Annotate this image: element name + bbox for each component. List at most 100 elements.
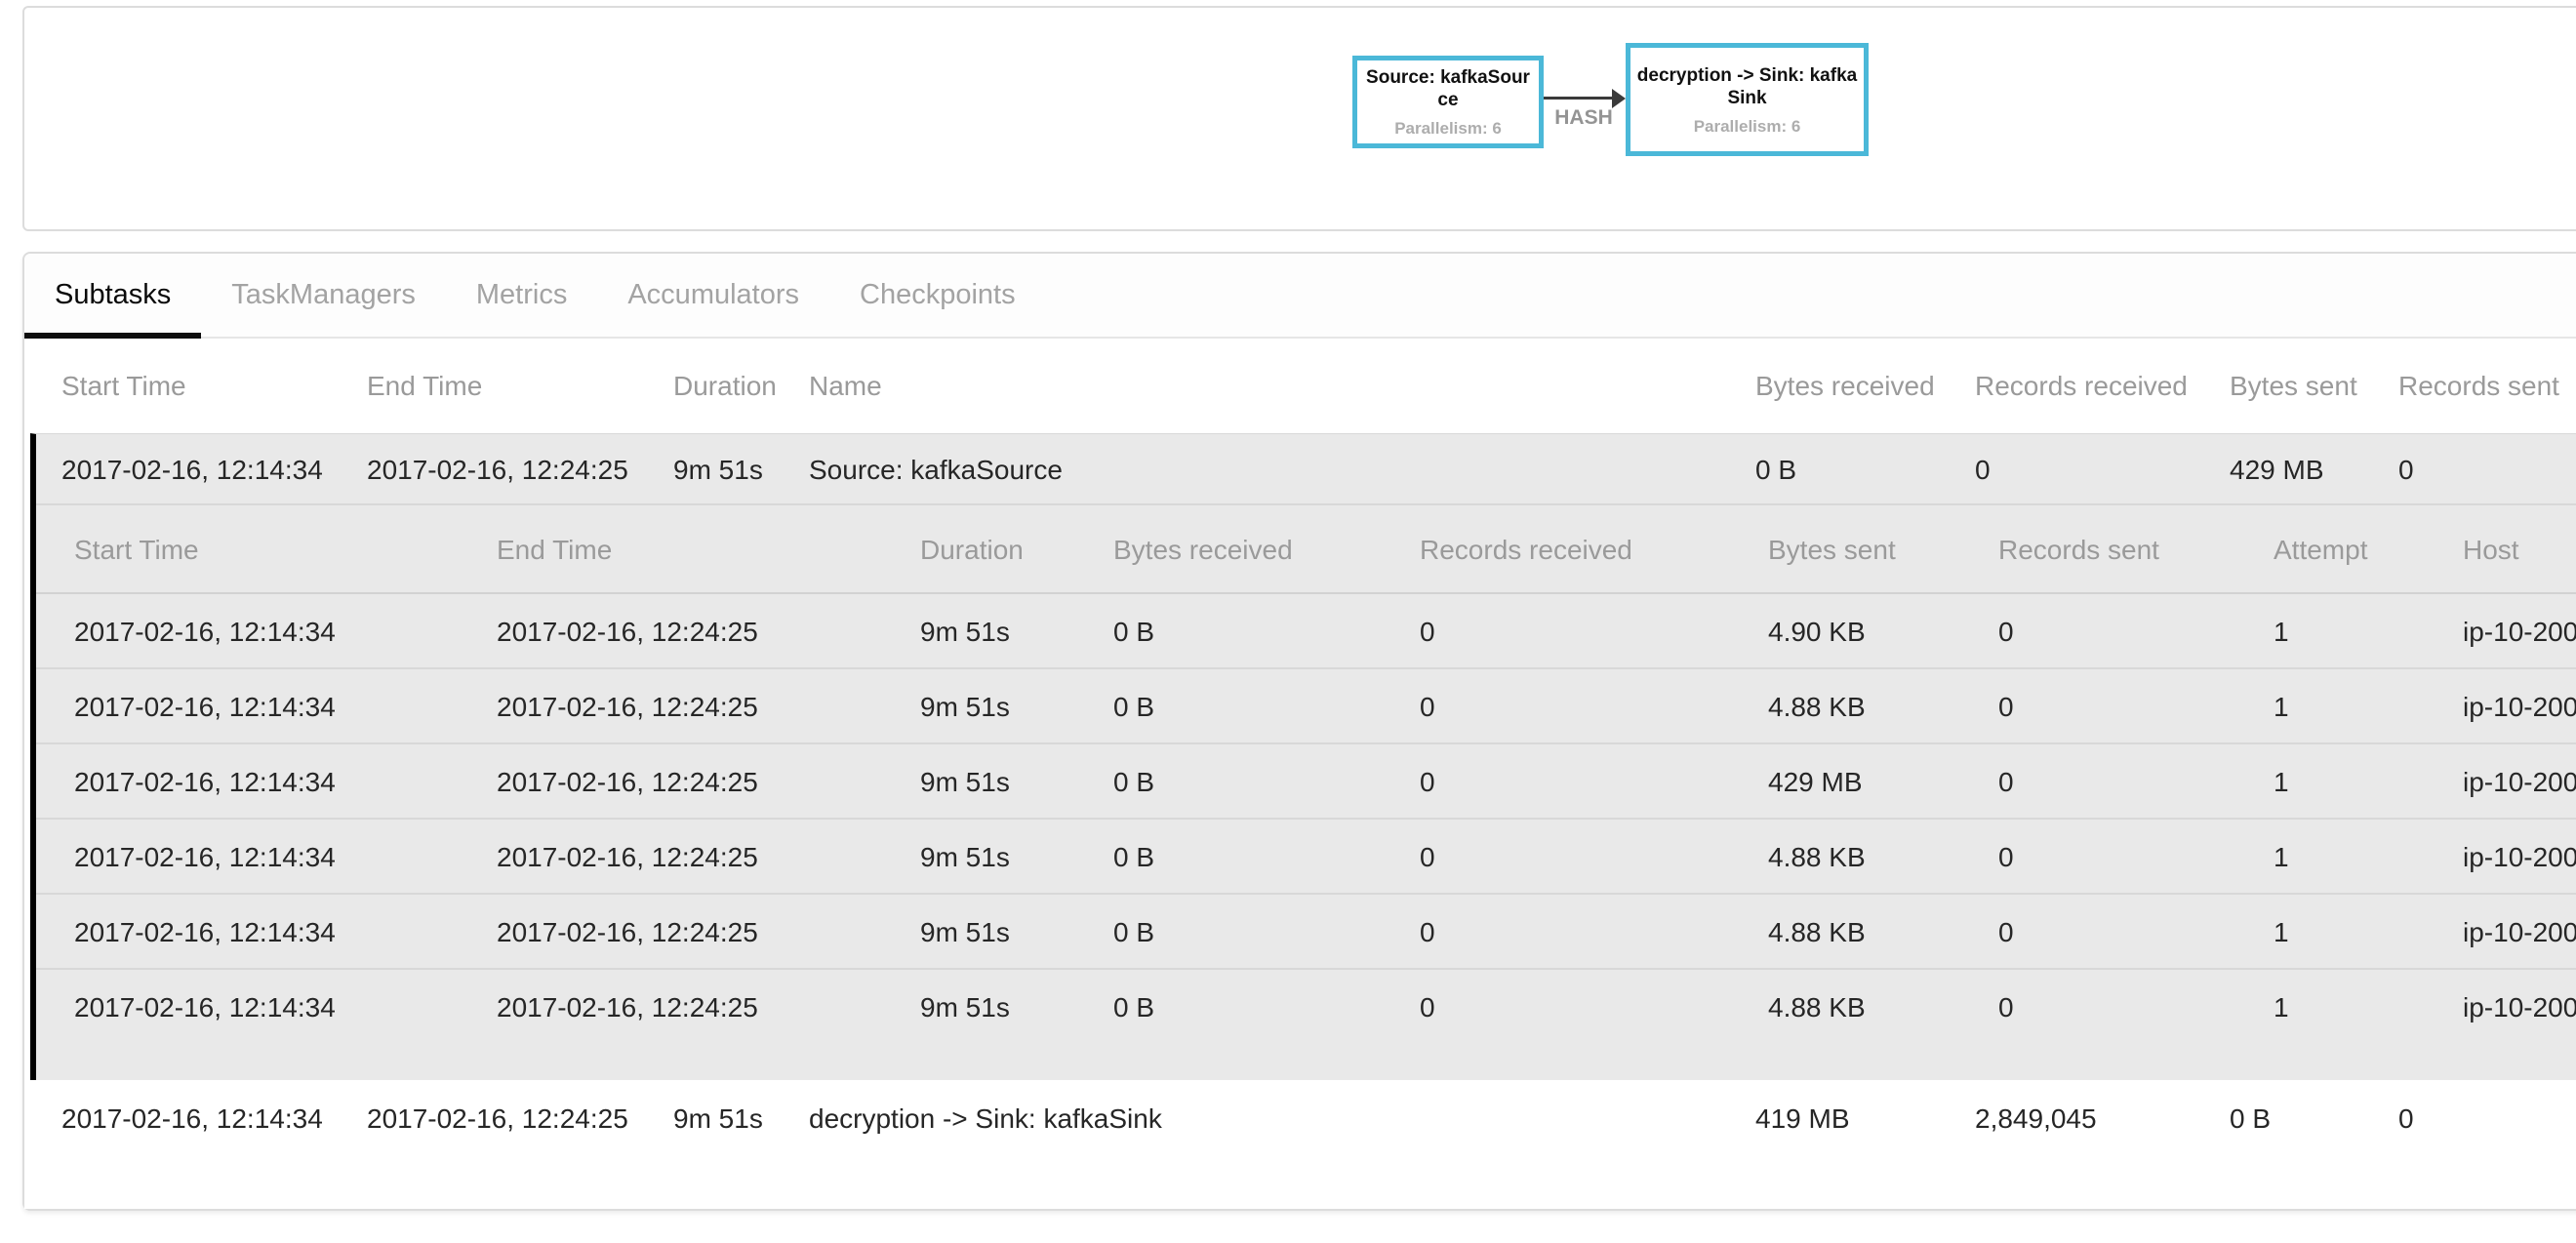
node-title: Source: kafkaSource [1363,66,1533,111]
cell-start-time: 2017-02-16, 12:14:34 [74,820,336,895]
cell-records-received: 0 [1420,820,1435,895]
cell-name: decryption -> Sink: kafkaSink [809,1080,1162,1158]
cell-bytes-sent: 0 B [2230,1080,2271,1158]
cell-duration: 9m 51s [920,744,1010,820]
cell-end-time: 2017-02-16, 12:24:25 [497,820,758,895]
tab-checkpoints[interactable]: Checkpoints [829,254,1046,337]
cell-end-time: 2017-02-16, 12:24:25 [497,744,758,820]
cell-duration: 9m 51s [920,594,1010,669]
tab-label: Checkpoints [860,279,1016,310]
cell-end-time: 2017-02-16, 12:24:25 [367,434,628,505]
column-header-bytes-received: Bytes received [1755,339,1935,433]
tab-label: Metrics [476,279,567,310]
cell-records-received: 0 [1975,434,1991,505]
subtask-row-source[interactable]: 2017-02-16, 12:14:34 2017-02-16, 12:24:2… [36,434,2576,505]
cell-end-time: 2017-02-16, 12:24:25 [367,1080,628,1158]
tab-label: TaskManagers [231,279,416,310]
cell-bytes-sent: 4.88 KB [1768,820,1866,895]
cell-bytes-sent: 429 MB [1768,744,1863,820]
graph-node-source[interactable]: Source: kafkaSource Parallelism: 6 [1352,56,1544,148]
tab-subtasks[interactable]: Subtasks [24,254,201,337]
cell-duration: 9m 51s [920,820,1010,895]
cell-start-time: 2017-02-16, 12:14:34 [74,744,336,820]
node-parallelism: Parallelism: 6 [1694,118,1801,136]
cell-bytes-received: 0 B [1113,970,1154,1045]
column-header-records-received: Records received [1975,339,2188,433]
expanded-subtask-section: 2017-02-16, 12:14:34 2017-02-16, 12:24:2… [30,433,2576,1080]
tab-metrics[interactable]: Metrics [446,254,597,337]
cell-end-time: 2017-02-16, 12:24:25 [497,669,758,744]
column-header-records-sent: Records sent [2398,339,2559,433]
cell-host: ip-10-200 [2463,744,2576,820]
cell-host: ip-10-200 [2463,970,2576,1045]
cell-end-time: 2017-02-16, 12:24:25 [497,970,758,1045]
cell-start-time: 2017-02-16, 12:14:34 [61,434,323,505]
cell-records-sent: 0 [1998,820,2014,895]
subtask-row-sink[interactable]: 2017-02-16, 12:14:34 2017-02-16, 12:24:2… [24,1080,2576,1209]
attempt-row: 2017-02-16, 12:14:34 2017-02-16, 12:24:2… [36,820,2576,895]
tab-label: Subtasks [55,279,171,310]
cell-name: Source: kafkaSource [809,434,1063,505]
cell-records-received: 0 [1420,895,1435,970]
cell-attempt: 1 [2274,594,2289,669]
cell-records-received: 2,849,045 [1975,1080,2097,1158]
column-header-start-time: Start Time [74,505,199,594]
job-detail-panel: Subtasks TaskManagers Metrics Accumulato… [22,252,2576,1211]
cell-bytes-received: 419 MB [1755,1080,1850,1158]
cell-host: ip-10-200 [2463,820,2576,895]
column-header-records-received: Records received [1420,505,1632,594]
graph-node-sink[interactable]: decryption -> Sink: kafkaSink Parallelis… [1626,43,1869,156]
cell-start-time: 2017-02-16, 12:14:34 [61,1080,323,1158]
cell-bytes-received: 0 B [1113,895,1154,970]
column-header-start-time: Start Time [61,339,186,433]
cell-records-received: 0 [1420,970,1435,1045]
cell-records-sent: 0 [1998,669,2014,744]
cell-host: ip-10-200 [2463,669,2576,744]
cell-records-sent: 0 [1998,970,2014,1045]
job-graph-panel: Source: kafkaSource Parallelism: 6 HASH … [22,6,2576,231]
cell-records-received: 0 [1420,744,1435,820]
cell-duration: 9m 51s [920,970,1010,1045]
cell-bytes-received: 0 B [1113,744,1154,820]
attempt-row: 2017-02-16, 12:14:34 2017-02-16, 12:24:2… [36,970,2576,1045]
column-header-end-time: End Time [497,505,612,594]
cell-attempt: 1 [2274,970,2289,1045]
cell-bytes-received: 0 B [1755,434,1796,505]
node-parallelism: Parallelism: 6 [1394,120,1502,138]
cell-start-time: 2017-02-16, 12:14:34 [74,594,336,669]
tab-bar: Subtasks TaskManagers Metrics Accumulato… [24,254,2576,339]
column-header-duration: Duration [920,505,1024,594]
graph-edge-line [1544,97,1612,100]
cell-attempt: 1 [2274,895,2289,970]
cell-duration: 9m 51s [920,895,1010,970]
cell-duration: 9m 51s [920,669,1010,744]
tab-accumulators[interactable]: Accumulators [597,254,829,337]
cell-host: ip-10-200 [2463,895,2576,970]
node-title: decryption -> Sink: kafkaSink [1636,64,1858,109]
cell-records-sent: 0 [1998,594,2014,669]
cell-end-time: 2017-02-16, 12:24:25 [497,895,758,970]
column-header-name: Name [809,339,882,433]
cell-bytes-sent: 4.88 KB [1768,970,1866,1045]
column-header-records-sent: Records sent [1998,505,2159,594]
cell-attempt: 1 [2274,820,2289,895]
cell-bytes-sent: 4.88 KB [1768,669,1866,744]
cell-bytes-received: 0 B [1113,669,1154,744]
cell-start-time: 2017-02-16, 12:14:34 [74,895,336,970]
cell-host: ip-10-200 [2463,594,2576,669]
tab-taskmanagers[interactable]: TaskManagers [201,254,446,337]
cell-attempt: 1 [2274,744,2289,820]
cell-bytes-sent: 4.90 KB [1768,594,1866,669]
cell-records-received: 0 [1420,594,1435,669]
column-header-host: Host [2463,505,2519,594]
column-header-bytes-sent: Bytes sent [2230,339,2357,433]
cell-bytes-sent: 429 MB [2230,434,2324,505]
cell-records-sent: 0 [2398,434,2414,505]
cell-duration: 9m 51s [673,434,763,505]
cell-records-received: 0 [1420,669,1435,744]
graph-edge-arrowhead-icon [1612,89,1626,108]
attempt-row: 2017-02-16, 12:14:34 2017-02-16, 12:24:2… [36,669,2576,744]
cell-bytes-received: 0 B [1113,820,1154,895]
cell-start-time: 2017-02-16, 12:14:34 [74,669,336,744]
tab-label: Accumulators [627,279,799,310]
